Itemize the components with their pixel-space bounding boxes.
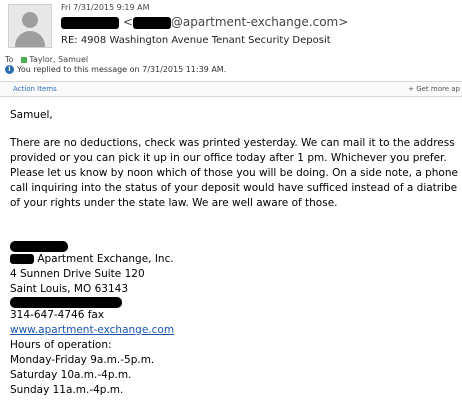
to-label: To	[5, 55, 14, 64]
avatar-head-shape	[22, 12, 38, 28]
hours-weekday: Monday-Friday 9a.m.-5p.m.	[10, 354, 155, 366]
info-icon: i	[5, 65, 14, 74]
sender-line[interactable]: < @apartment-exchange.com>	[61, 15, 348, 29]
signature-fax: 314-647-4746 fax	[10, 309, 105, 321]
recipient-status-icon	[21, 56, 28, 63]
message-body: Samuel, There are no deductions, check w…	[10, 108, 458, 398]
greeting: Samuel,	[10, 109, 53, 121]
signature-name-redaction	[10, 241, 68, 252]
sender-email-redaction	[132, 16, 171, 29]
signature-company: Apartment Exchange, Inc.	[10, 252, 458, 267]
sender-email-domain: @apartment-exchange.com>	[170, 15, 349, 29]
recipient-line: To Taylor, Samuel	[5, 55, 88, 64]
website-link[interactable]: www.apartment-exchange.com	[10, 324, 174, 336]
body-paragraph: There are no deductions, check was print…	[10, 137, 458, 209]
sender-name-redaction	[61, 16, 119, 29]
sender-avatar	[8, 4, 52, 48]
signature-phone-redaction	[10, 297, 122, 308]
signature-company-redaction	[10, 254, 34, 264]
signature-company-text: Apartment Exchange, Inc.	[34, 253, 174, 265]
action-items-link[interactable]: Action Items	[13, 85, 57, 93]
reply-notice[interactable]: i You replied to this message on 7/31/201…	[5, 65, 226, 74]
reply-notice-text: You replied to this message on 7/31/2015…	[17, 65, 227, 74]
get-more-apps-button[interactable]: + Get more ap	[408, 85, 460, 93]
action-bar: Action Items + Get more ap	[0, 81, 462, 97]
signature-address1: 4 Sunnen Drive Suite 120	[10, 268, 145, 280]
message-header: Fri 7/31/2015 9:19 AM < @apartment-exchan…	[0, 0, 462, 80]
message-subject: RE: 4908 Washington Avenue Tenant Securi…	[61, 35, 331, 46]
signature-address2: Saint Louis, MO 63143	[10, 283, 128, 295]
sender-email-open: <	[122, 15, 133, 29]
message-date: Fri 7/31/2015 9:19 AM	[61, 3, 150, 12]
hours-sunday: Sunday 11a.m.-4p.m.	[10, 384, 124, 396]
recipient-name[interactable]: Taylor, Samuel	[29, 55, 88, 64]
avatar-body-shape	[15, 31, 45, 47]
hours-saturday: Saturday 10a.m.-4p.m.	[10, 369, 132, 381]
hours-title: Hours of operation:	[10, 339, 112, 351]
